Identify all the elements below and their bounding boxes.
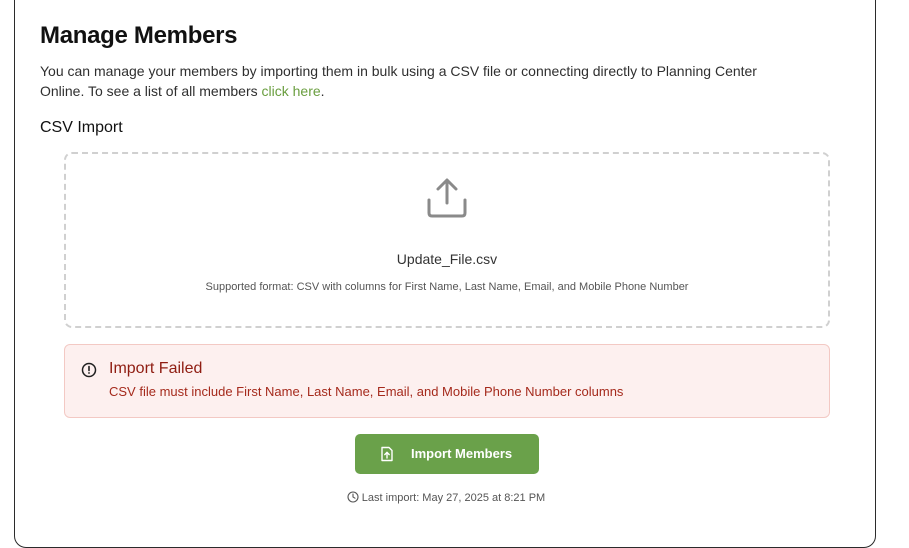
upload-icon xyxy=(427,178,467,218)
alert-title: Import Failed xyxy=(109,360,203,377)
import-error-alert: Import Failed CSV file must include Firs… xyxy=(64,344,830,418)
view-all-members-link[interactable]: click here xyxy=(262,83,321,99)
import-members-label: Import Members xyxy=(411,446,513,461)
page-title: Manage Members xyxy=(40,22,238,49)
supported-format-text: Supported format: CSV with columns for F… xyxy=(205,281,689,293)
last-import-text: Last import: May 27, 2025 at 8:21 PM xyxy=(361,492,546,504)
last-import-status: Last import: May 27, 2025 at 8:21 PM xyxy=(15,491,877,504)
import-members-button[interactable]: Import Members xyxy=(355,434,539,474)
manage-members-card: Manage Members You can manage your membe… xyxy=(14,0,876,548)
file-upload-icon xyxy=(381,446,393,462)
clock-icon xyxy=(347,491,359,503)
page-description: You can manage your members by importing… xyxy=(40,61,770,101)
description-text: You can manage your members by importing… xyxy=(40,63,757,99)
alert-message: CSV file must include First Name, Last N… xyxy=(109,384,624,399)
alert-circle-icon xyxy=(81,362,97,378)
csv-import-heading: CSV Import xyxy=(40,119,123,136)
description-end: . xyxy=(320,83,325,99)
selected-file-name: Update_File.csv xyxy=(396,251,498,267)
csv-dropzone[interactable]: Update_File.csv Supported format: CSV wi… xyxy=(64,152,830,328)
